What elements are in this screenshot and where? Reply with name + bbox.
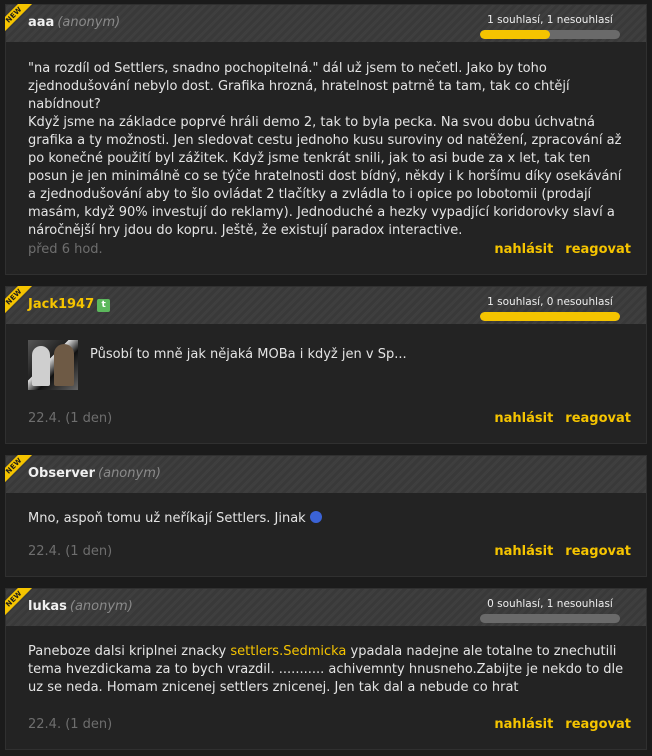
comment: NEW Jack1947 t 1 souhlasí, 0 nesouhlasí P… xyxy=(5,286,647,444)
anonymous-label: (anonym) xyxy=(57,15,121,30)
comment-header: NEW aaa (anonym) 1 souhlasí, 1 nesouhlasí xyxy=(5,4,646,42)
comment-header: NEW lukas (anonym) 0 souhlasí, 1 nesouhla… xyxy=(5,588,646,626)
comment-footer: před 6 hod. nahlásit reagovat xyxy=(6,236,646,266)
comment: NEW aaa (anonym) 1 souhlasí, 1 nesouhlasí… xyxy=(5,4,647,275)
anonymous-label: (anonym) xyxy=(69,599,133,614)
anonymous-label: (anonym) xyxy=(98,466,161,481)
comment-text: "na rozdíl od Settlers, snadno pochopite… xyxy=(28,61,622,238)
comment-author: aaa (anonym) xyxy=(28,15,120,30)
comment-date: 22.4. (1 den) xyxy=(28,411,113,426)
vote-bar-fill xyxy=(480,30,550,39)
report-link[interactable]: nahlásit xyxy=(494,242,553,257)
author-name: aaa xyxy=(28,15,55,30)
comment-footer: 22.4. (1 den) nahlásit reagovat xyxy=(6,538,646,568)
comment-date: 22.4. (1 den) xyxy=(28,544,113,559)
comment: NEW Observer (anonym) Mno, aspoň tomu už … xyxy=(5,455,647,577)
comment-footer: 22.4. (1 den) nahlásit reagovat xyxy=(6,405,646,435)
vote-bar xyxy=(480,30,620,39)
comment-header: NEW Observer (anonym) xyxy=(5,455,646,493)
comment-body: Paneboze dalsi kriplnei znacky settlers.… xyxy=(6,626,646,697)
comment-date: 22.4. (1 den) xyxy=(28,717,113,732)
user-avatar[interactable] xyxy=(28,340,78,390)
reply-link[interactable]: reagovat xyxy=(565,544,631,559)
vote-bar xyxy=(480,614,620,623)
comment-footer: 22.4. (1 den) nahlásit reagovat xyxy=(6,711,646,741)
comment-author: Observer (anonym) xyxy=(28,466,161,481)
vote-summary: 1 souhlasí, 0 nesouhlasí xyxy=(480,296,620,321)
sedmicka-link[interactable]: Sedmicka xyxy=(283,644,346,659)
author-name: lukas xyxy=(28,599,67,614)
user-badge-icon: t xyxy=(97,299,111,312)
vote-text: 1 souhlasí, 0 nesouhlasí xyxy=(487,296,613,308)
reply-link[interactable]: reagovat xyxy=(565,717,631,732)
author-name: Observer xyxy=(28,466,96,481)
comment-body: Působí to mně jak nějaká MOBa i když jen… xyxy=(6,324,646,390)
settlers-link[interactable]: settlers. xyxy=(230,644,283,659)
author-name[interactable]: Jack1947 xyxy=(28,297,94,312)
report-link[interactable]: nahlásit xyxy=(494,717,553,732)
vote-summary: 1 souhlasí, 1 nesouhlasí xyxy=(480,14,620,39)
report-link[interactable]: nahlásit xyxy=(494,411,553,426)
comment-header: NEW Jack1947 t 1 souhlasí, 0 nesouhlasí xyxy=(5,286,646,324)
comment-body: Mno, aspoň tomu už neříkají Settlers. Ji… xyxy=(6,493,646,528)
vote-bar xyxy=(480,312,620,321)
comment-text: Mno, aspoň tomu už neříkají Settlers. Ji… xyxy=(28,511,306,526)
vote-bar-fill xyxy=(480,312,620,321)
comment-author: lukas (anonym) xyxy=(28,599,133,614)
comment-date: před 6 hod. xyxy=(28,242,103,257)
vote-text: 1 souhlasí, 1 nesouhlasí xyxy=(487,14,613,26)
vote-summary: 0 souhlasí, 1 nesouhlasí xyxy=(480,598,620,623)
sad-face-icon xyxy=(309,511,322,523)
vote-text: 0 souhlasí, 1 nesouhlasí xyxy=(487,598,613,610)
reply-link[interactable]: reagovat xyxy=(565,411,631,426)
comment: NEW lukas (anonym) 0 souhlasí, 1 nesouhla… xyxy=(5,588,647,750)
comment-text-start: Paneboze dalsi kriplnei znacky xyxy=(28,644,231,659)
comment-text: Působí to mně jak nějaká MOBa i když jen… xyxy=(90,347,407,362)
comment-author: Jack1947 t xyxy=(28,297,111,312)
report-link[interactable]: nahlásit xyxy=(494,544,553,559)
reply-link[interactable]: reagovat xyxy=(565,242,631,257)
